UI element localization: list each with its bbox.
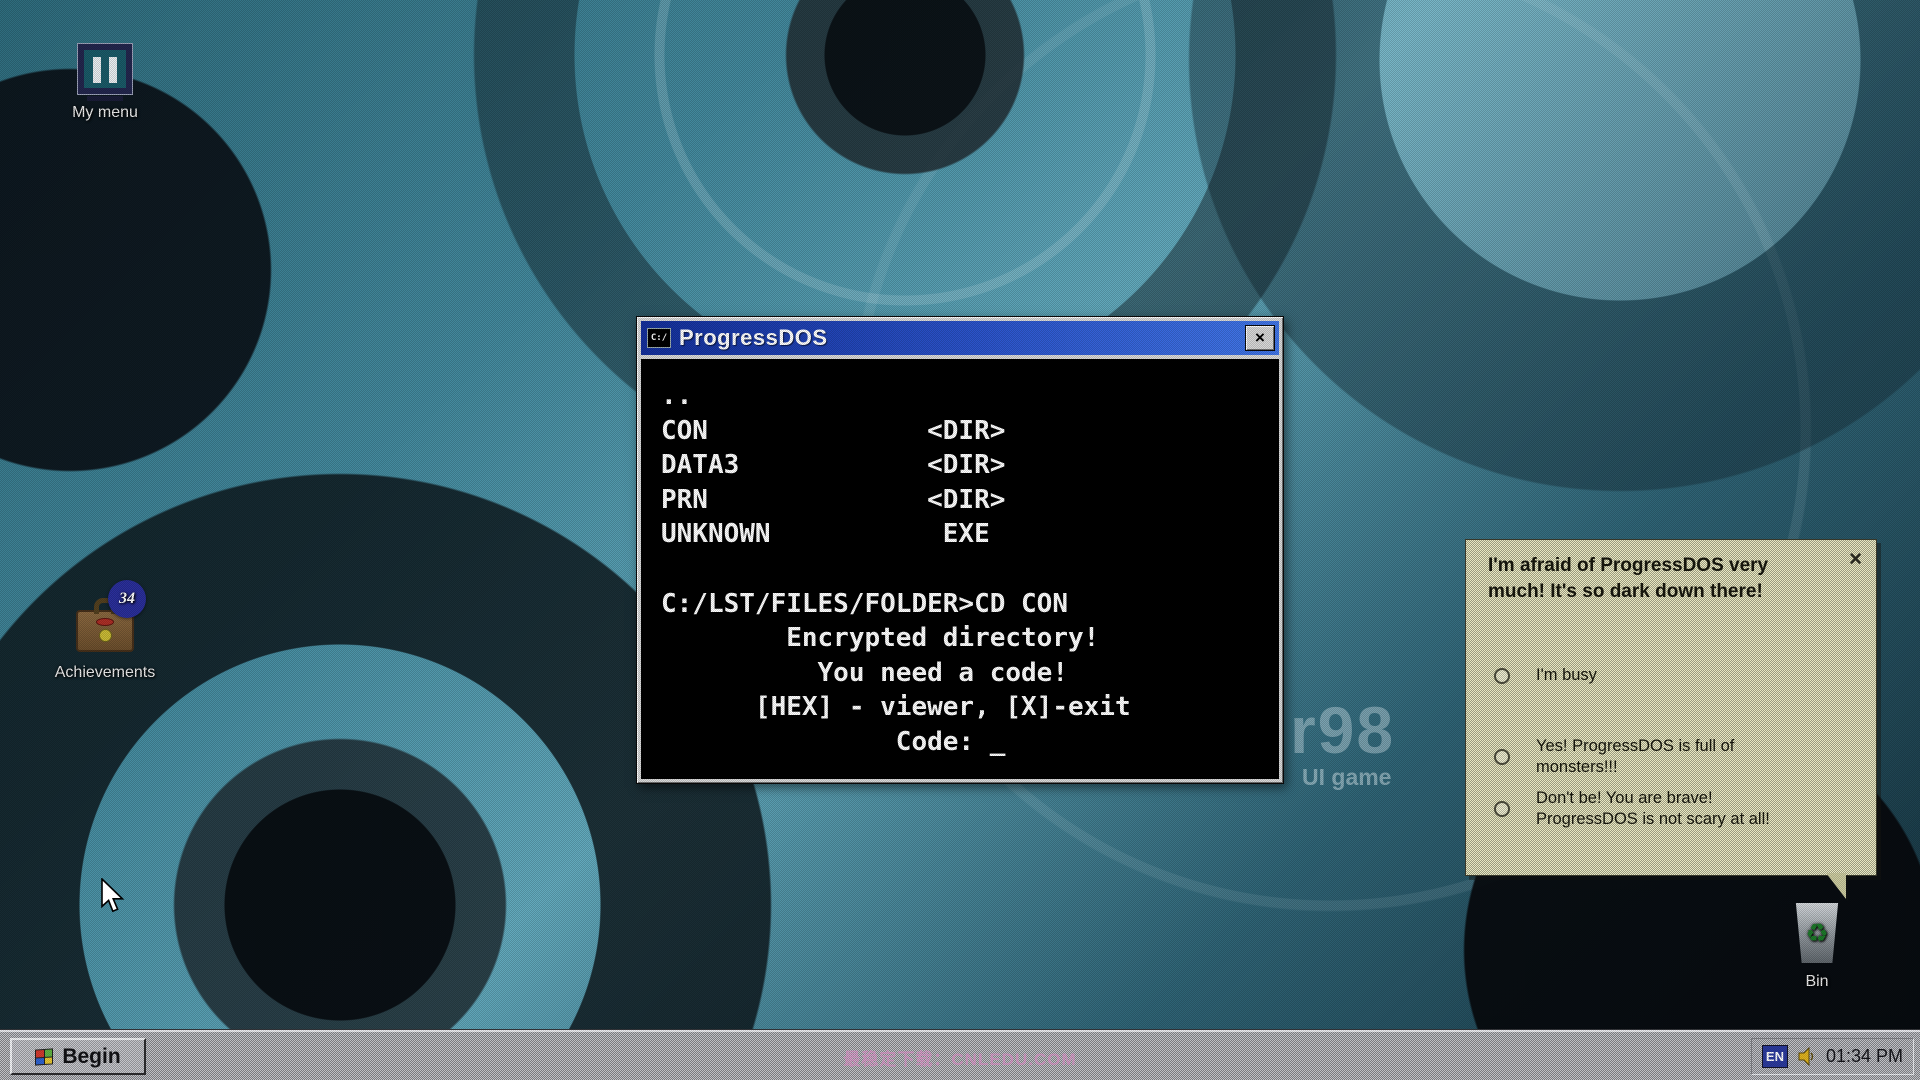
window-title: ProgressDOS — [679, 325, 828, 351]
close-icon: × — [1255, 328, 1265, 348]
popup-option-label: Don't be! You are brave! ProgressDOS is … — [1536, 788, 1774, 830]
bin-label: Bin — [1762, 973, 1872, 991]
popup-close-icon[interactable]: × — [1849, 548, 1862, 570]
desktop-icon-bin[interactable]: ♻ Bin — [1762, 903, 1872, 991]
watermark-text: 最稳定下载：CNLEDU.COM — [0, 1045, 1920, 1070]
window-titlebar[interactable]: C:/ ProgressDOS × — [641, 321, 1279, 355]
desktop-icon-achievements[interactable]: 34 Achievements — [40, 598, 170, 682]
popup-option-yes-monsters[interactable]: Yes! ProgressDOS is full of monsters!!! — [1494, 736, 1774, 778]
terminal-screen[interactable]: .. CON <DIR> DATA3 <DIR> PRN <DIR> UNKNO… — [641, 359, 1279, 779]
wallpaper-subtitle-text: UI game — [1302, 764, 1391, 791]
popup-option-im-busy[interactable]: I'm busy — [1494, 665, 1597, 686]
popup-option-dont-be[interactable]: Don't be! You are brave! ProgressDOS is … — [1494, 788, 1774, 830]
progressdos-window: C:/ ProgressDOS × .. CON <DIR> DATA3 <DI… — [636, 316, 1284, 784]
achievements-label: Achievements — [40, 664, 170, 682]
close-button[interactable]: × — [1245, 325, 1275, 351]
popup-option-label: I'm busy — [1536, 665, 1597, 686]
radio-button[interactable] — [1494, 749, 1510, 765]
desktop: r98 UI game My menu 34 Achievements ♻ Bi… — [0, 0, 1920, 1080]
recycle-bin-icon: ♻ — [1793, 903, 1841, 963]
my-menu-label: My menu — [40, 104, 170, 122]
recycle-icon: ♻ — [1805, 920, 1828, 946]
my-menu-icon — [78, 44, 132, 94]
taskbar: Begin 最稳定下载：CNLEDU.COM EN 01:34 PM — [0, 1029, 1920, 1080]
popup-option-label: Yes! ProgressDOS is full of monsters!!! — [1536, 736, 1774, 778]
msdos-icon: C:/ — [647, 328, 671, 348]
mouse-cursor-icon — [100, 878, 128, 919]
language-indicator[interactable]: EN — [1762, 1045, 1788, 1068]
wallpaper-brand-text: r98 — [1290, 692, 1395, 768]
radio-button[interactable] — [1494, 668, 1510, 684]
volume-speaker-icon[interactable] — [1797, 1047, 1817, 1066]
tray-clock: 01:34 PM — [1826, 1046, 1903, 1067]
assistant-popup: I'm afraid of ProgressDOS very much! It'… — [1465, 539, 1877, 876]
achievements-briefcase-icon: 34 — [70, 598, 140, 654]
radio-button[interactable] — [1494, 801, 1510, 817]
popup-speech-tail — [1826, 873, 1846, 899]
popup-message: I'm afraid of ProgressDOS very much! It'… — [1488, 553, 1774, 605]
desktop-icon-my-menu[interactable]: My menu — [40, 44, 170, 122]
achievements-count-badge: 34 — [108, 580, 146, 618]
system-tray: EN 01:34 PM — [1751, 1038, 1914, 1075]
terminal-output: .. CON <DIR> DATA3 <DIR> PRN <DIR> UNKNO… — [661, 379, 1279, 760]
